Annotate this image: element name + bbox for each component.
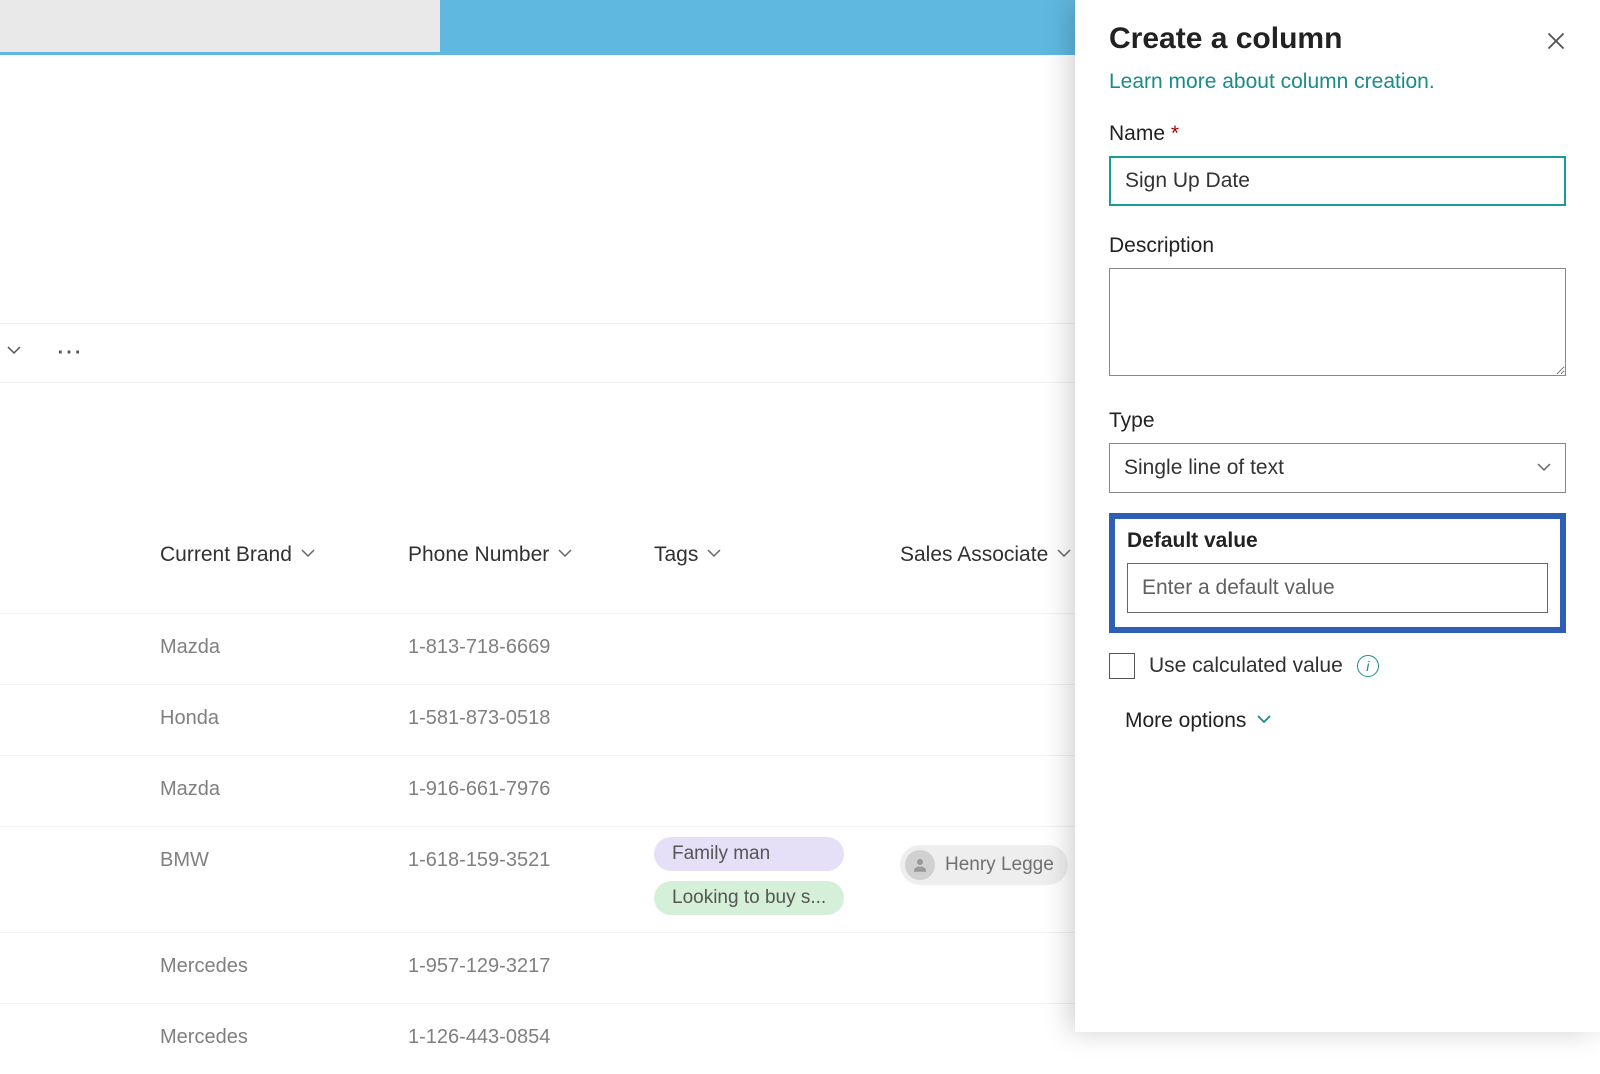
person-pill[interactable]: Henry Legge: [900, 845, 1068, 885]
cell-sales: Henry Legge: [900, 845, 1068, 885]
column-header-tags[interactable]: Tags: [654, 543, 722, 567]
cell-tags: Family man Looking to buy s...: [654, 837, 844, 915]
description-label: Description: [1109, 234, 1566, 258]
cell-brand: Honda: [160, 707, 219, 730]
cell-phone: 1-916-661-7976: [408, 778, 550, 801]
cell-brand: Mazda: [160, 778, 220, 801]
default-value-label: Default value: [1127, 529, 1548, 553]
column-header-label: Phone Number: [408, 543, 549, 567]
use-calculated-row: Use calculated value i: [1109, 653, 1566, 679]
column-header-label: Current Brand: [160, 543, 292, 567]
cell-brand: Mazda: [160, 636, 220, 659]
learn-more-link[interactable]: Learn more about column creation.: [1109, 70, 1566, 94]
column-header-label: Sales Associate: [900, 543, 1048, 567]
more-options-label: More options: [1125, 709, 1246, 733]
name-input[interactable]: [1109, 156, 1566, 206]
use-calculated-label: Use calculated value: [1149, 654, 1343, 678]
main-area: ⋯ Current Brand Phone Number Tags Sales …: [0, 55, 1075, 1032]
cell-phone: 1-126-443-0854: [408, 1026, 550, 1049]
cell-brand: Mercedes: [160, 955, 248, 978]
name-label: Name *: [1109, 122, 1566, 146]
cell-phone: 1-957-129-3217: [408, 955, 550, 978]
person-name: Henry Legge: [945, 854, 1054, 876]
tag-pill[interactable]: Family man: [654, 837, 844, 871]
cell-phone: 1-581-873-0518: [408, 707, 550, 730]
create-column-panel: Create a column Learn more about column …: [1075, 0, 1600, 1032]
cell-brand: BMW: [160, 849, 209, 872]
more-options-toggle[interactable]: More options: [1125, 709, 1566, 733]
top-bar: [0, 0, 1075, 55]
column-header-brand[interactable]: Current Brand: [160, 543, 316, 567]
type-select-value: Single line of text: [1124, 456, 1284, 480]
column-header-phone[interactable]: Phone Number: [408, 543, 573, 567]
table-row[interactable]: Mazda 1-813-718-6669: [0, 613, 1075, 684]
type-label: Type: [1109, 409, 1566, 433]
table-row[interactable]: Mercedes 1-957-129-3217: [0, 932, 1075, 1003]
use-calculated-checkbox[interactable]: [1109, 653, 1135, 679]
chevron-down-icon: [706, 543, 722, 567]
table-row[interactable]: Honda 1-581-873-0518: [0, 684, 1075, 755]
table-row[interactable]: BMW 1-618-159-3521 Family man Looking to…: [0, 826, 1075, 932]
info-icon[interactable]: i: [1357, 655, 1379, 677]
chevron-down-icon: [557, 543, 573, 567]
search-input[interactable]: [0, 0, 440, 52]
description-input[interactable]: [1109, 268, 1566, 376]
cell-brand: Mercedes: [160, 1026, 248, 1049]
chevron-down-icon: [1056, 543, 1072, 567]
chevron-down-icon: [300, 543, 316, 567]
chevron-down-icon[interactable]: [6, 342, 22, 363]
tag-pill[interactable]: Looking to buy s...: [654, 881, 844, 915]
toolbar-row: ⋯: [0, 323, 1075, 383]
cell-phone: 1-618-159-3521: [408, 849, 550, 872]
close-button[interactable]: [1540, 26, 1572, 58]
avatar-icon: [905, 850, 935, 880]
table-header-row: Current Brand Phone Number Tags Sales As…: [0, 543, 1075, 603]
default-value-highlight: Default value: [1109, 513, 1566, 633]
panel-title: Create a column: [1109, 22, 1566, 56]
more-menu-button[interactable]: ⋯: [56, 336, 84, 367]
close-icon: [1546, 31, 1566, 51]
column-header-label: Tags: [654, 543, 698, 567]
default-value-input[interactable]: [1127, 563, 1548, 613]
table-row[interactable]: Mazda 1-916-661-7976: [0, 755, 1075, 826]
column-header-sales[interactable]: Sales Associate: [900, 543, 1072, 567]
chevron-down-icon: [1536, 459, 1552, 480]
type-select[interactable]: Single line of text: [1109, 443, 1566, 493]
cell-phone: 1-813-718-6669: [408, 636, 550, 659]
chevron-down-icon: [1256, 709, 1272, 733]
table-row[interactable]: Mercedes 1-126-443-0854: [0, 1003, 1075, 1074]
